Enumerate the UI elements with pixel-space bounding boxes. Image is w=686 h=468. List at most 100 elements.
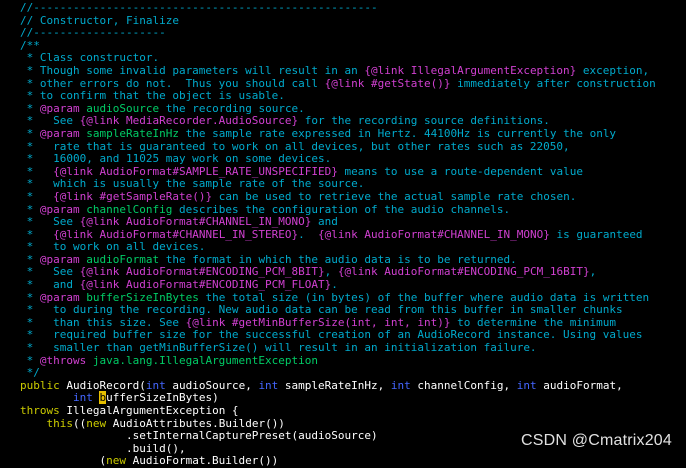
code-token: {@link AudioFormat#ENCODING_PCM_16BIT} bbox=[337, 265, 590, 279]
code-token: sampleRateInHz, bbox=[278, 378, 391, 392]
code-token: * bbox=[20, 202, 40, 216]
code-token: audioFormat bbox=[79, 252, 160, 266]
code-token: bufferSizeInBytes bbox=[79, 290, 199, 304]
code-token: {@link AudioFormat#CHANNEL_IN_MONO} bbox=[318, 227, 550, 241]
code-token: @throws bbox=[39, 353, 87, 367]
code-token: * which is usually the sample rate of th… bbox=[20, 177, 365, 191]
code-token: */ bbox=[20, 366, 40, 380]
code-token: * bbox=[20, 189, 54, 203]
code-token: @param bbox=[39, 101, 80, 115]
code-token: . bbox=[298, 227, 319, 241]
code-token: exception, bbox=[576, 63, 650, 77]
code-token: int bbox=[72, 391, 93, 405]
code-token: the recording source. bbox=[159, 101, 305, 115]
code-token: //-------------------- bbox=[20, 26, 166, 40]
code-token: {@link #getState()} bbox=[324, 76, 451, 90]
code-token: //--------------------------------------… bbox=[20, 1, 378, 14]
code-token: audioSource, bbox=[165, 378, 259, 392]
code-token: int bbox=[258, 378, 279, 392]
code-token: throws bbox=[20, 404, 60, 417]
code-token: immediately after construction bbox=[450, 76, 656, 90]
code-token: * Though some invalid parameters will re… bbox=[20, 63, 365, 77]
code-token: {@link #getSampleRate()} bbox=[53, 189, 213, 203]
code-token: @param bbox=[39, 126, 80, 140]
code-token: {@link AudioFormat#CHANNEL_IN_STEREO} bbox=[53, 227, 299, 241]
code-token: audioFormat, bbox=[536, 378, 623, 392]
code-token: {@link IllegalArgumentException} bbox=[364, 63, 577, 77]
code-token: * 16000, and 11025 may work on some devi… bbox=[20, 152, 332, 166]
code-token: * than this size. See bbox=[20, 315, 186, 329]
code-token: * to confirm that the object is usable. bbox=[20, 89, 285, 103]
code-token: . bbox=[331, 278, 338, 292]
code-line: * @throws java.lang.IllegalArgumentExcep… bbox=[20, 353, 656, 368]
code-token: {@link AudioFormat#ENCODING_PCM_FLOAT} bbox=[79, 278, 332, 292]
code-token: * rate that is guaranteed to work on all… bbox=[20, 139, 570, 153]
code-token: * See bbox=[20, 215, 80, 229]
code-token: * other errors do not. Thus you should c… bbox=[20, 76, 325, 90]
code-token: * bbox=[20, 353, 40, 367]
code-token: to determine the minimum bbox=[450, 315, 617, 329]
code-token: for the recording source definitions. bbox=[298, 114, 550, 128]
code-token: @param bbox=[39, 202, 80, 216]
code-token: .build(), bbox=[20, 441, 186, 455]
code-token: * to work on all devices. bbox=[20, 240, 206, 254]
code-token: channelConfig bbox=[79, 202, 173, 216]
code-token: @param bbox=[39, 252, 80, 266]
code-token: can be used to retrieve the actual sampl… bbox=[212, 189, 577, 203]
code-token: * and bbox=[20, 278, 80, 292]
code-token: the format in which the audio data is to… bbox=[159, 252, 517, 266]
code-token: ( bbox=[20, 454, 107, 468]
code-token: .setInternalCapturePreset(audioSource) bbox=[20, 429, 378, 443]
code-token: , bbox=[589, 265, 597, 279]
code-token: this bbox=[46, 416, 74, 430]
code-token: int bbox=[390, 378, 411, 392]
code-token: channelConfig, bbox=[410, 378, 517, 392]
code-token: {@link AudioFormat#SAMPLE_RATE_UNSPECIFI… bbox=[53, 164, 338, 178]
code-token: * bbox=[20, 227, 54, 241]
code-token: AudioRecord( bbox=[59, 378, 146, 392]
code-token: AudioFormat.Builder()) bbox=[125, 454, 279, 468]
code-token: java.lang.IllegalArgumentException bbox=[86, 353, 319, 367]
code-token: and bbox=[311, 215, 338, 229]
code-token: int bbox=[145, 378, 166, 392]
code-token: , bbox=[324, 265, 338, 279]
code-token: * See bbox=[20, 265, 80, 279]
code-token: @param bbox=[39, 290, 80, 304]
code-token: ufferSizeInBytes) bbox=[106, 391, 219, 405]
code-token: int bbox=[516, 378, 537, 392]
code-token: {@link AudioFormat#CHANNEL_IN_MONO} bbox=[79, 215, 312, 229]
code-token: * bbox=[20, 126, 40, 140]
code-token: (( bbox=[73, 416, 87, 430]
code-token: new bbox=[86, 416, 107, 430]
code-token: /** bbox=[20, 38, 40, 52]
code-token: AudioAttributes.Builder()) bbox=[106, 416, 285, 430]
code-line: //-------------------- bbox=[20, 26, 656, 40]
code-token: sampleRateInHz bbox=[79, 126, 179, 140]
watermark-text: CSDN @Cmatrix204 bbox=[520, 432, 672, 449]
code-token: describes the configuration of the audio… bbox=[172, 202, 511, 216]
code-token: {@link #getMinBufferSize(int, int, int)} bbox=[185, 315, 451, 329]
code-token: IllegalArgumentException { bbox=[59, 404, 239, 417]
code-token: is guaranteed bbox=[549, 227, 643, 241]
code-token: new bbox=[106, 454, 126, 468]
code-token: the total size (in bytes) of the buffer … bbox=[198, 290, 650, 304]
code-token: * smaller than getMinBufferSize() will r… bbox=[20, 341, 537, 355]
code-token: public bbox=[20, 378, 60, 392]
code-token: {@link MediaRecorder.AudioSource} bbox=[79, 114, 299, 128]
code-token: * Class constructor. bbox=[20, 51, 160, 65]
code-token: * See bbox=[20, 114, 80, 128]
code-token: means to use a route-dependent value bbox=[337, 164, 583, 178]
code-token: * bbox=[20, 290, 40, 304]
code-token: * bbox=[20, 252, 40, 266]
code-token: * bbox=[20, 101, 40, 115]
code-token: * required buffer size for the successfu… bbox=[20, 328, 643, 342]
code-token: the sample rate expressed in Hertz. 4410… bbox=[178, 126, 617, 140]
code-token: {@link AudioFormat#ENCODING_PCM_8BIT} bbox=[79, 265, 325, 279]
code-token: // Constructor, Finalize bbox=[20, 13, 179, 27]
code-line: (new AudioFormat.Builder()) bbox=[20, 455, 656, 468]
code-editor[interactable]: //--------------------------------------… bbox=[20, 1, 656, 468]
code-token: * bbox=[20, 164, 54, 178]
code-token: * to during the recording. New audio dat… bbox=[20, 303, 623, 317]
